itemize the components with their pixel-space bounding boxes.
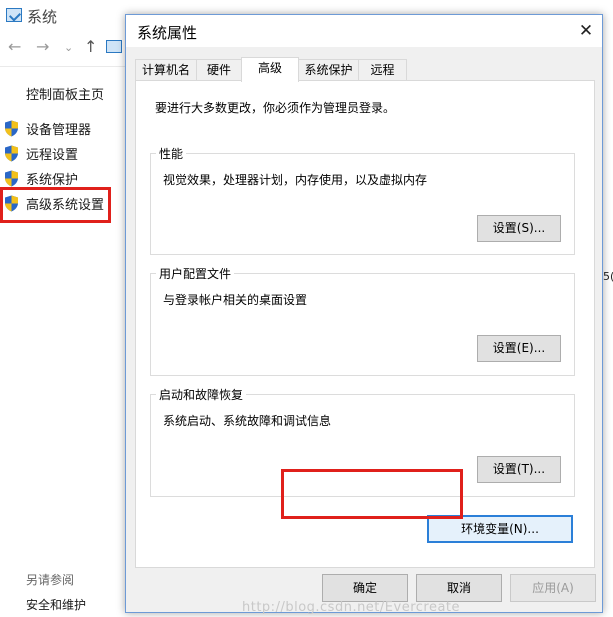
red-highlight-box bbox=[281, 469, 463, 519]
divider bbox=[0, 66, 125, 67]
performance-settings-button[interactable]: 设置(S)... bbox=[477, 215, 561, 242]
apply-button[interactable]: 应用(A) bbox=[510, 574, 596, 602]
up-arrow-icon[interactable]: ↑ bbox=[84, 37, 97, 56]
uac-shield-icon bbox=[4, 170, 19, 187]
tab-strip: 计算机名 硬件 高级 系统保护 远程 bbox=[135, 57, 595, 82]
sidebar-item-device-manager[interactable]: 设备管理器 bbox=[4, 117, 122, 139]
clipped-text: 5( bbox=[603, 270, 613, 283]
user-profiles-group: 用户配置文件 与登录帐户相关的桌面设置 设置(E)... bbox=[150, 265, 575, 376]
system-properties-dialog: 系统属性 ✕ 计算机名 硬件 高级 系统保护 远程 要进行大多数更改，你必须作为… bbox=[125, 14, 603, 613]
performance-group: 性能 视觉效果，处理器计划，内存使用，以及虚拟内存 设置(S)... bbox=[150, 145, 575, 255]
tab-hardware[interactable]: 硬件 bbox=[196, 59, 242, 81]
forward-arrow-icon[interactable]: → bbox=[36, 37, 49, 56]
group-legend: 用户配置文件 bbox=[156, 265, 235, 282]
navigation-bar: ← → ⌄ ↑ bbox=[0, 34, 130, 62]
control-panel-home-link[interactable]: 控制面板主页 bbox=[26, 84, 104, 103]
tab-system-protection[interactable]: 系统保护 bbox=[298, 59, 359, 81]
group-description: 与登录帐户相关的桌面设置 bbox=[163, 293, 308, 307]
group-description: 系统启动、系统故障和调试信息 bbox=[163, 414, 332, 428]
tab-advanced[interactable]: 高级 bbox=[241, 57, 299, 82]
see-also-heading: 另请参阅 bbox=[26, 573, 75, 587]
sidebar-item-label: 系统保护 bbox=[26, 172, 79, 188]
group-legend: 启动和故障恢复 bbox=[156, 386, 247, 403]
security-maintenance-link[interactable]: 安全和维护 bbox=[26, 596, 86, 613]
group-description: 视觉效果，处理器计划，内存使用，以及虚拟内存 bbox=[163, 173, 428, 187]
environment-variables-button[interactable]: 环境变量(N)... bbox=[427, 515, 573, 543]
dialog-titlebar: 系统属性 ✕ bbox=[126, 15, 602, 47]
sidebar-item-system-protection[interactable]: 系统保护 bbox=[4, 167, 122, 189]
sidebar-item-label: 设备管理器 bbox=[26, 122, 92, 138]
sidebar-item-remote-settings[interactable]: 远程设置 bbox=[4, 142, 122, 164]
close-icon[interactable]: ✕ bbox=[572, 18, 600, 44]
system-icon bbox=[6, 8, 22, 22]
sidebar-item-label: 远程设置 bbox=[26, 147, 79, 163]
red-highlight-box bbox=[0, 187, 111, 223]
watermark: http://blog.csdn.net/Evercreate bbox=[242, 600, 461, 615]
window-title: 系统 bbox=[27, 8, 58, 26]
recent-locations-chevron-icon[interactable]: ⌄ bbox=[64, 41, 73, 54]
address-bar-system-icon bbox=[106, 40, 122, 53]
dialog-title: 系统属性 bbox=[137, 24, 198, 42]
back-arrow-icon[interactable]: ← bbox=[8, 37, 21, 56]
user-profiles-settings-button[interactable]: 设置(E)... bbox=[477, 335, 561, 362]
tab-computer-name[interactable]: 计算机名 bbox=[135, 59, 197, 81]
startup-recovery-settings-button[interactable]: 设置(T)... bbox=[477, 456, 561, 483]
uac-shield-icon bbox=[4, 120, 19, 137]
admin-note: 要进行大多数更改，你必须作为管理员登录。 bbox=[155, 101, 396, 115]
ok-button[interactable]: 确定 bbox=[322, 574, 408, 602]
cancel-button[interactable]: 取消 bbox=[416, 574, 502, 602]
tab-remote[interactable]: 远程 bbox=[358, 59, 407, 81]
uac-shield-icon bbox=[4, 145, 19, 162]
group-legend: 性能 bbox=[156, 145, 187, 162]
